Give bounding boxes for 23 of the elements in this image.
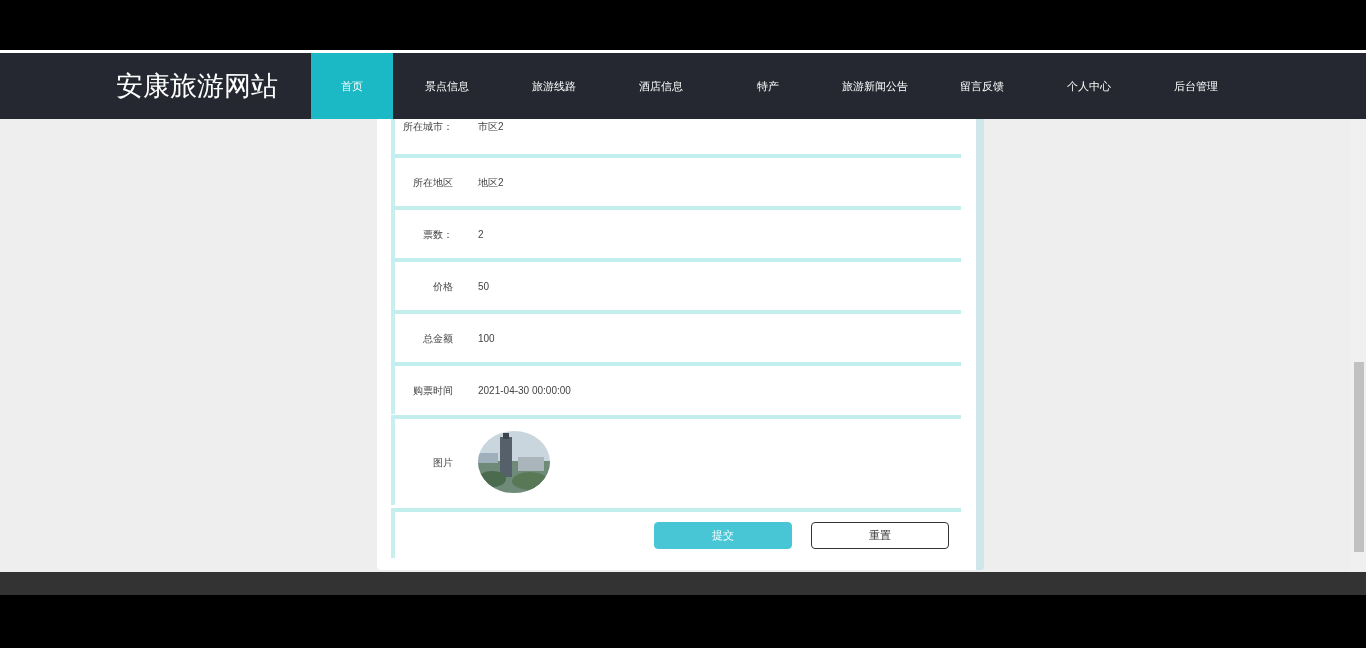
field-value: 100 (478, 331, 495, 346)
nav-tab[interactable]: 特产 (714, 53, 821, 119)
field-value: 2021-04-30 00:00:00 (478, 383, 571, 398)
site-title: 安康旅游网站 (116, 69, 279, 103)
nav-tab[interactable]: 景点信息 (393, 53, 500, 119)
field-label: 价格 (432, 279, 453, 294)
field-label: 总金额 (422, 331, 453, 346)
nav-tab[interactable]: 旅游新闻公告 (821, 53, 928, 119)
field-label: 图片 (432, 455, 453, 470)
nav-tab[interactable]: 后台管理 (1142, 53, 1249, 119)
nav-tab[interactable]: 个人中心 (1035, 53, 1142, 119)
field-label: 所在城市： (402, 120, 453, 134)
field-label: 票数： (422, 227, 453, 242)
field-label: 所在地区 (412, 175, 453, 190)
field-value: 地区2 (478, 175, 504, 190)
nav-tab[interactable]: 留言反馈 (928, 53, 1035, 119)
reset-button[interactable]: 重置 (811, 521, 949, 549)
field-label: 购票时间 (412, 383, 453, 398)
field-value: 2 (478, 227, 484, 242)
nav-tab[interactable]: 旅游线路 (500, 53, 607, 119)
field-value: 50 (478, 279, 490, 294)
field-value: 市区2 (478, 120, 504, 134)
nav-tab[interactable]: 酒店信息 (607, 53, 714, 119)
